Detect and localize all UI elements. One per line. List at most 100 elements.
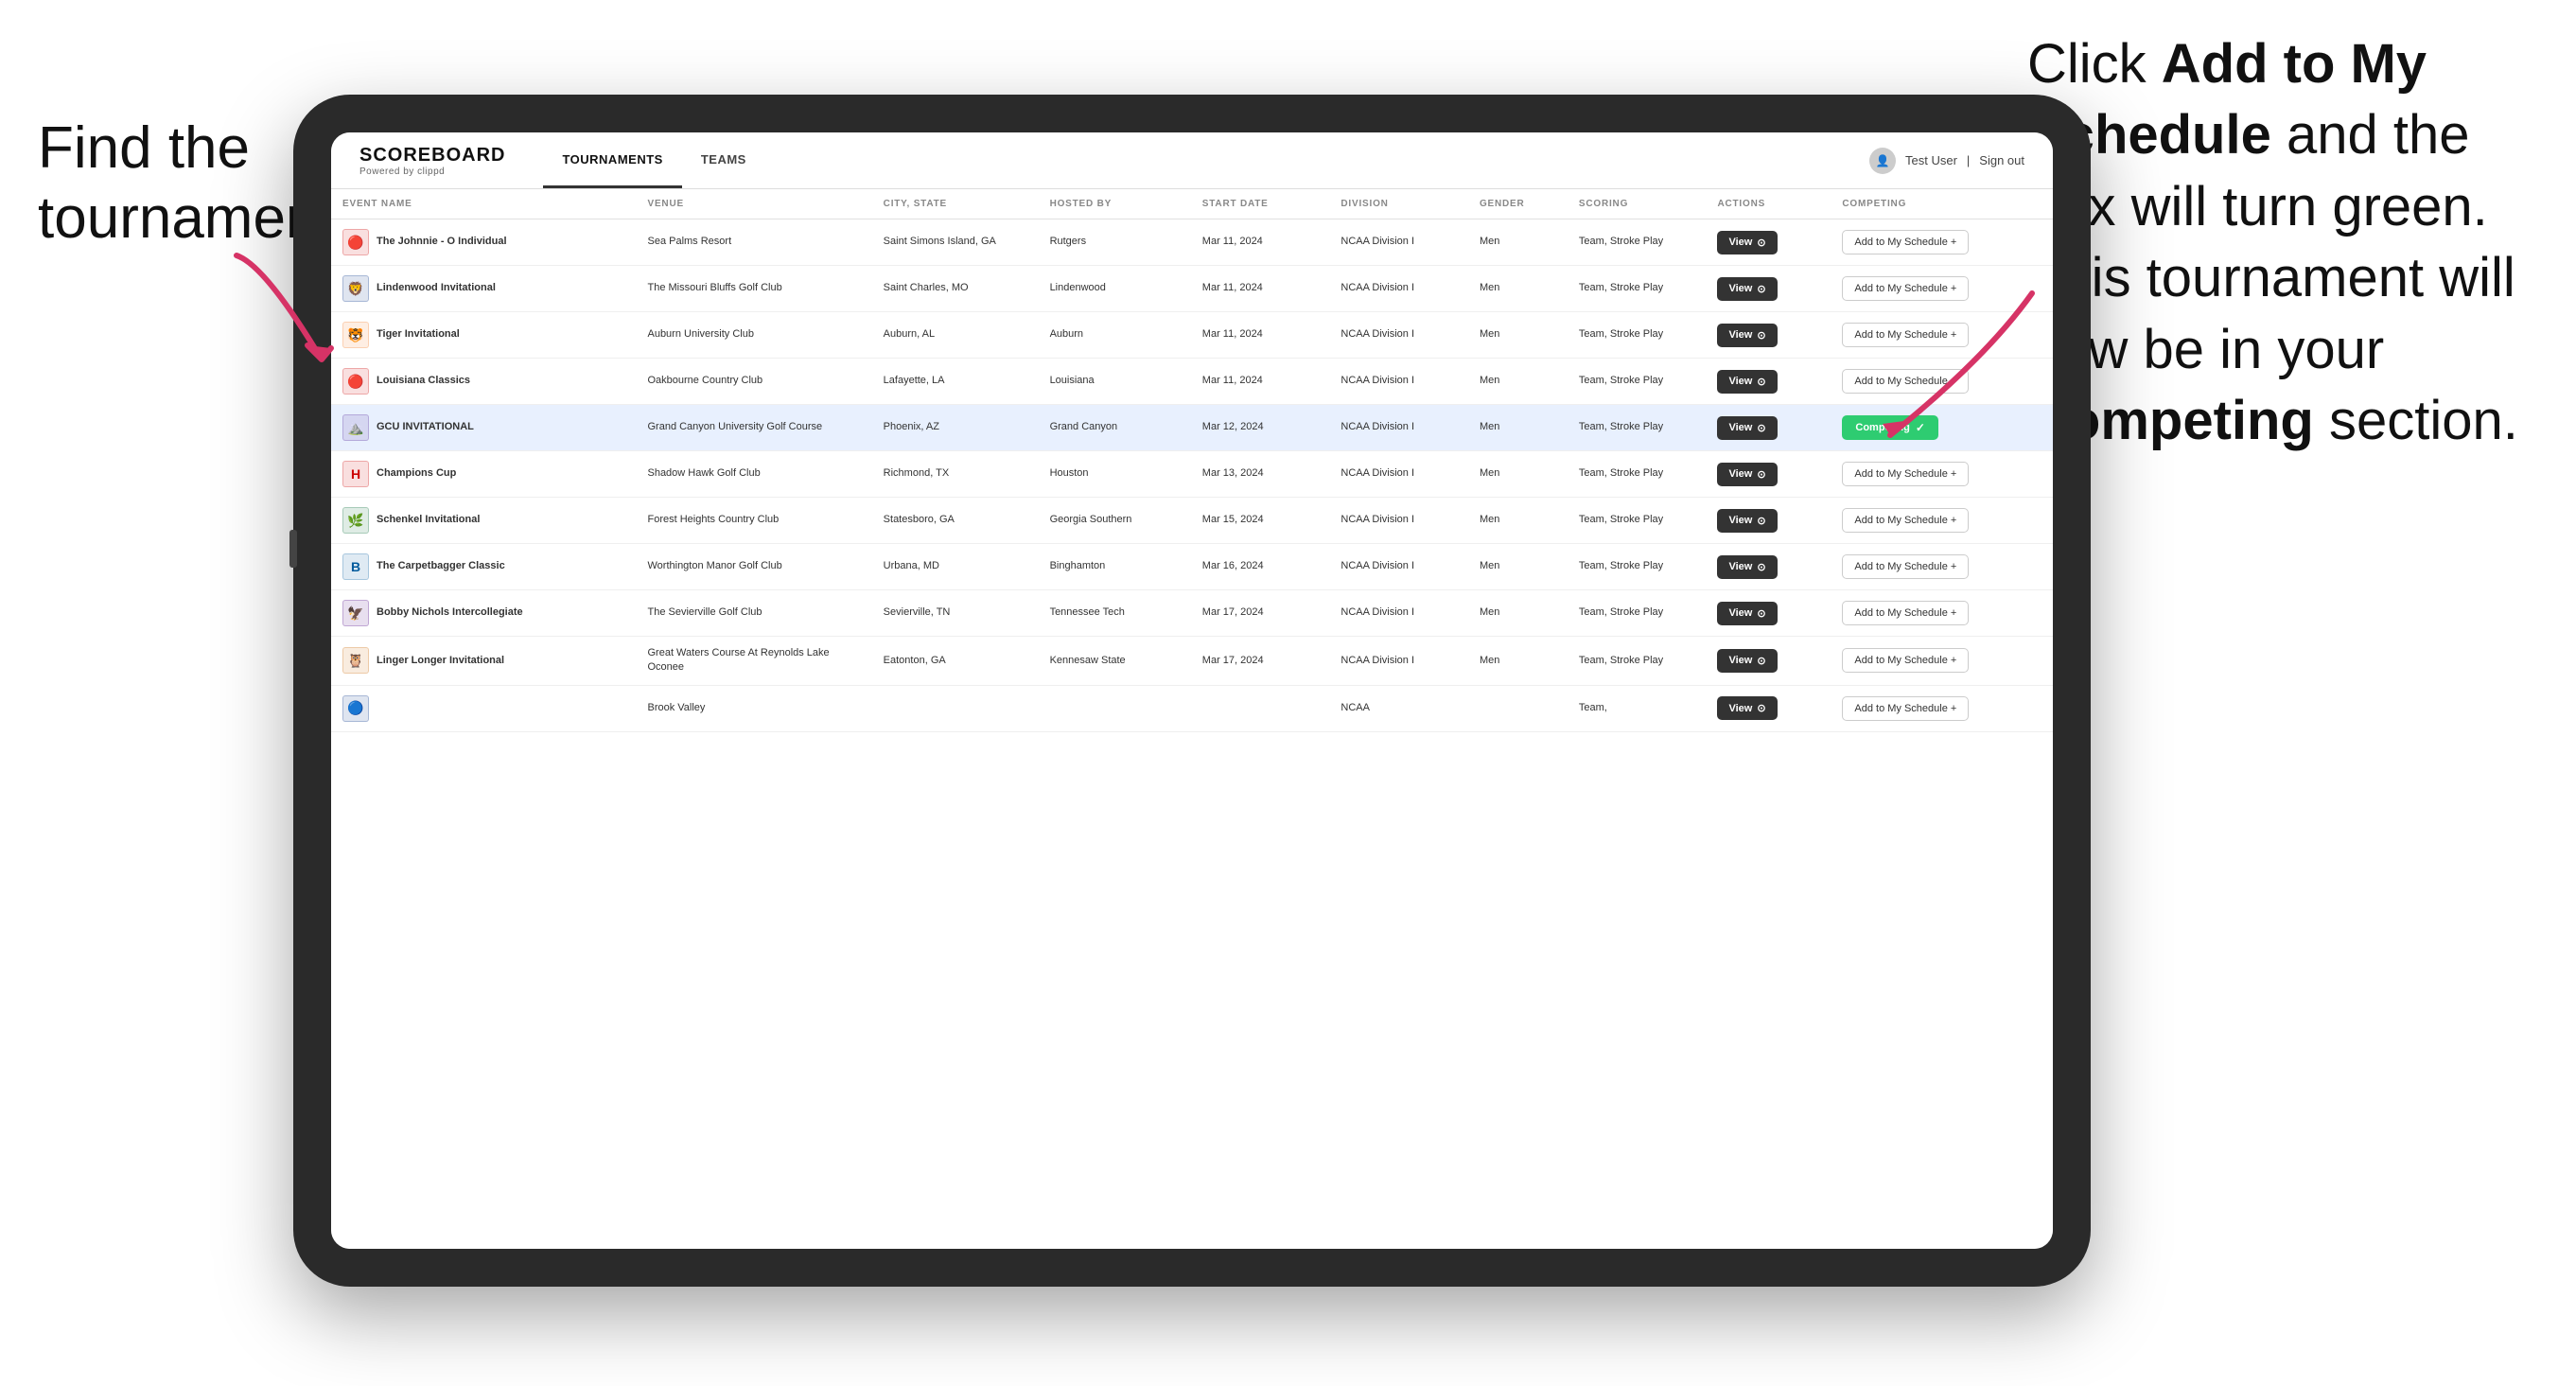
start-date-cell: Mar 11, 2024 [1191, 266, 1330, 312]
venue-cell: Shadow Hawk Golf Club [636, 451, 871, 498]
view-icon: ⊙ [1757, 283, 1765, 295]
signout-link[interactable]: Sign out [1979, 153, 2024, 167]
scoring-cell: Team, Stroke Play [1568, 637, 1707, 686]
add-schedule-label: Add to My Schedule + [1854, 515, 1956, 526]
competing-cell: Add to My Schedule + [1831, 219, 2053, 266]
view-icon: ⊙ [1757, 607, 1765, 620]
add-schedule-button[interactable]: Add to My Schedule + [1842, 648, 1969, 673]
add-schedule-button[interactable]: Add to My Schedule + [1842, 276, 1969, 301]
table-container: EVENT NAME VENUE CITY, STATE HOSTED BY S… [331, 189, 2053, 1249]
venue-cell: Grand Canyon University Golf Course [636, 405, 871, 451]
separator: | [1967, 153, 1970, 167]
actions-cell: View ⊙ [1706, 544, 1831, 590]
scoring-cell: Team, Stroke Play [1568, 544, 1707, 590]
logo-subtitle: Powered by clippd [359, 167, 505, 177]
team-logo: 🦁 [342, 275, 369, 302]
start-date-cell: Mar 11, 2024 [1191, 219, 1330, 266]
scoring-cell: Team, Stroke Play [1568, 312, 1707, 359]
hosted-by-cell: Kennesaw State [1039, 637, 1191, 686]
nav-tabs: TOURNAMENTS TEAMS [543, 132, 764, 188]
city-cell: Statesboro, GA [872, 498, 1039, 544]
city-cell: Urbana, MD [872, 544, 1039, 590]
event-name-cell: H Champions Cup [342, 461, 624, 487]
view-button[interactable]: View ⊙ [1717, 231, 1777, 254]
hosted-by-cell: Rutgers [1039, 219, 1191, 266]
view-button[interactable]: View ⊙ [1717, 416, 1777, 440]
annotation-right: Click Add to My Schedule and the box wil… [2027, 28, 2519, 456]
add-schedule-button[interactable]: Add to My Schedule + [1842, 323, 1969, 347]
view-icon: ⊙ [1757, 422, 1765, 434]
city-cell: Phoenix, AZ [872, 405, 1039, 451]
actions-cell: View ⊙ [1706, 637, 1831, 686]
app-header: SCOREBOARD Powered by clippd TOURNAMENTS… [331, 132, 2053, 189]
view-icon: ⊙ [1757, 237, 1765, 249]
event-name: Bobby Nichols Intercollegiate [377, 605, 523, 620]
city-cell: Sevierville, TN [872, 590, 1039, 637]
add-schedule-button[interactable]: Add to My Schedule + [1842, 508, 1969, 533]
competing-cell: Add to My Schedule + [1831, 451, 2053, 498]
division-cell: NCAA Division I [1329, 590, 1468, 637]
actions-cell: View ⊙ [1706, 498, 1831, 544]
event-name: Linger Longer Invitational [377, 654, 504, 668]
add-schedule-label: Add to My Schedule + [1854, 561, 1956, 572]
add-schedule-button[interactable]: Add to My Schedule + [1842, 696, 1969, 721]
actions-cell: View ⊙ [1706, 590, 1831, 637]
tab-tournaments[interactable]: TOURNAMENTS [543, 132, 681, 188]
venue-cell: Great Waters Course At Reynolds Lake Oco… [636, 637, 871, 686]
venue-cell: Oakbourne Country Club [636, 359, 871, 405]
tablet-frame: SCOREBOARD Powered by clippd TOURNAMENTS… [293, 95, 2091, 1287]
view-button[interactable]: View ⊙ [1717, 555, 1777, 579]
add-schedule-button[interactable]: Add to My Schedule + [1842, 369, 1969, 394]
city-cell: Richmond, TX [872, 451, 1039, 498]
competing-button[interactable]: Competing ✓ [1842, 415, 1938, 440]
add-schedule-button[interactable]: Add to My Schedule + [1842, 554, 1969, 579]
view-button[interactable]: View ⊙ [1717, 463, 1777, 486]
actions-cell: View ⊙ [1706, 219, 1831, 266]
team-logo: 🔴 [342, 229, 369, 255]
actions-cell: View ⊙ [1706, 359, 1831, 405]
check-icon: ✓ [1916, 421, 1925, 434]
add-schedule-button[interactable]: Add to My Schedule + [1842, 230, 1969, 254]
team-logo: 🌿 [342, 507, 369, 534]
event-name-cell: 🔵 [342, 695, 624, 722]
city-cell [872, 685, 1039, 731]
view-button[interactable]: View ⊙ [1717, 602, 1777, 625]
start-date-cell: Mar 16, 2024 [1191, 544, 1330, 590]
event-name: Louisiana Classics [377, 374, 470, 388]
event-name: Schenkel Invitational [377, 513, 480, 527]
table-row: 🔴 Louisiana Classics Oakbourne Country C… [331, 359, 2053, 405]
gender-cell: Men [1468, 498, 1568, 544]
view-button[interactable]: View ⊙ [1717, 649, 1777, 673]
gender-cell: Men [1468, 451, 1568, 498]
actions-cell: View ⊙ [1706, 405, 1831, 451]
table-row: 🦉 Linger Longer Invitational Great Water… [331, 637, 2053, 686]
competing-label: Competing [1855, 422, 1909, 433]
gender-cell: Men [1468, 219, 1568, 266]
add-schedule-button[interactable]: Add to My Schedule + [1842, 462, 1969, 486]
gender-cell: Men [1468, 544, 1568, 590]
add-schedule-button[interactable]: Add to My Schedule + [1842, 601, 1969, 625]
competing-cell: Competing ✓ [1831, 405, 2053, 451]
team-logo: ⛰️ [342, 414, 369, 441]
view-button[interactable]: View ⊙ [1717, 277, 1777, 301]
actions-cell: View ⊙ [1706, 266, 1831, 312]
start-date-cell: Mar 15, 2024 [1191, 498, 1330, 544]
view-icon: ⊙ [1757, 468, 1765, 481]
competing-cell: Add to My Schedule + [1831, 498, 2053, 544]
view-button[interactable]: View ⊙ [1717, 696, 1777, 720]
view-button[interactable]: View ⊙ [1717, 324, 1777, 347]
event-name-cell: ⛰️ GCU INVITATIONAL [342, 414, 624, 441]
competing-cell: Add to My Schedule + [1831, 312, 2053, 359]
team-logo: 🔵 [342, 695, 369, 722]
event-name: The Johnnie - O Individual [377, 235, 507, 249]
division-cell: NCAA Division I [1329, 219, 1468, 266]
hosted-by-cell: Auburn [1039, 312, 1191, 359]
event-name: Lindenwood Invitational [377, 281, 496, 295]
view-button[interactable]: View ⊙ [1717, 509, 1777, 533]
tab-teams[interactable]: TEAMS [682, 132, 765, 188]
event-name-cell: 🔴 Louisiana Classics [342, 368, 624, 395]
col-header-division: DIVISION [1329, 189, 1468, 219]
view-button[interactable]: View ⊙ [1717, 370, 1777, 394]
start-date-cell: Mar 17, 2024 [1191, 590, 1330, 637]
division-cell: NCAA Division I [1329, 359, 1468, 405]
